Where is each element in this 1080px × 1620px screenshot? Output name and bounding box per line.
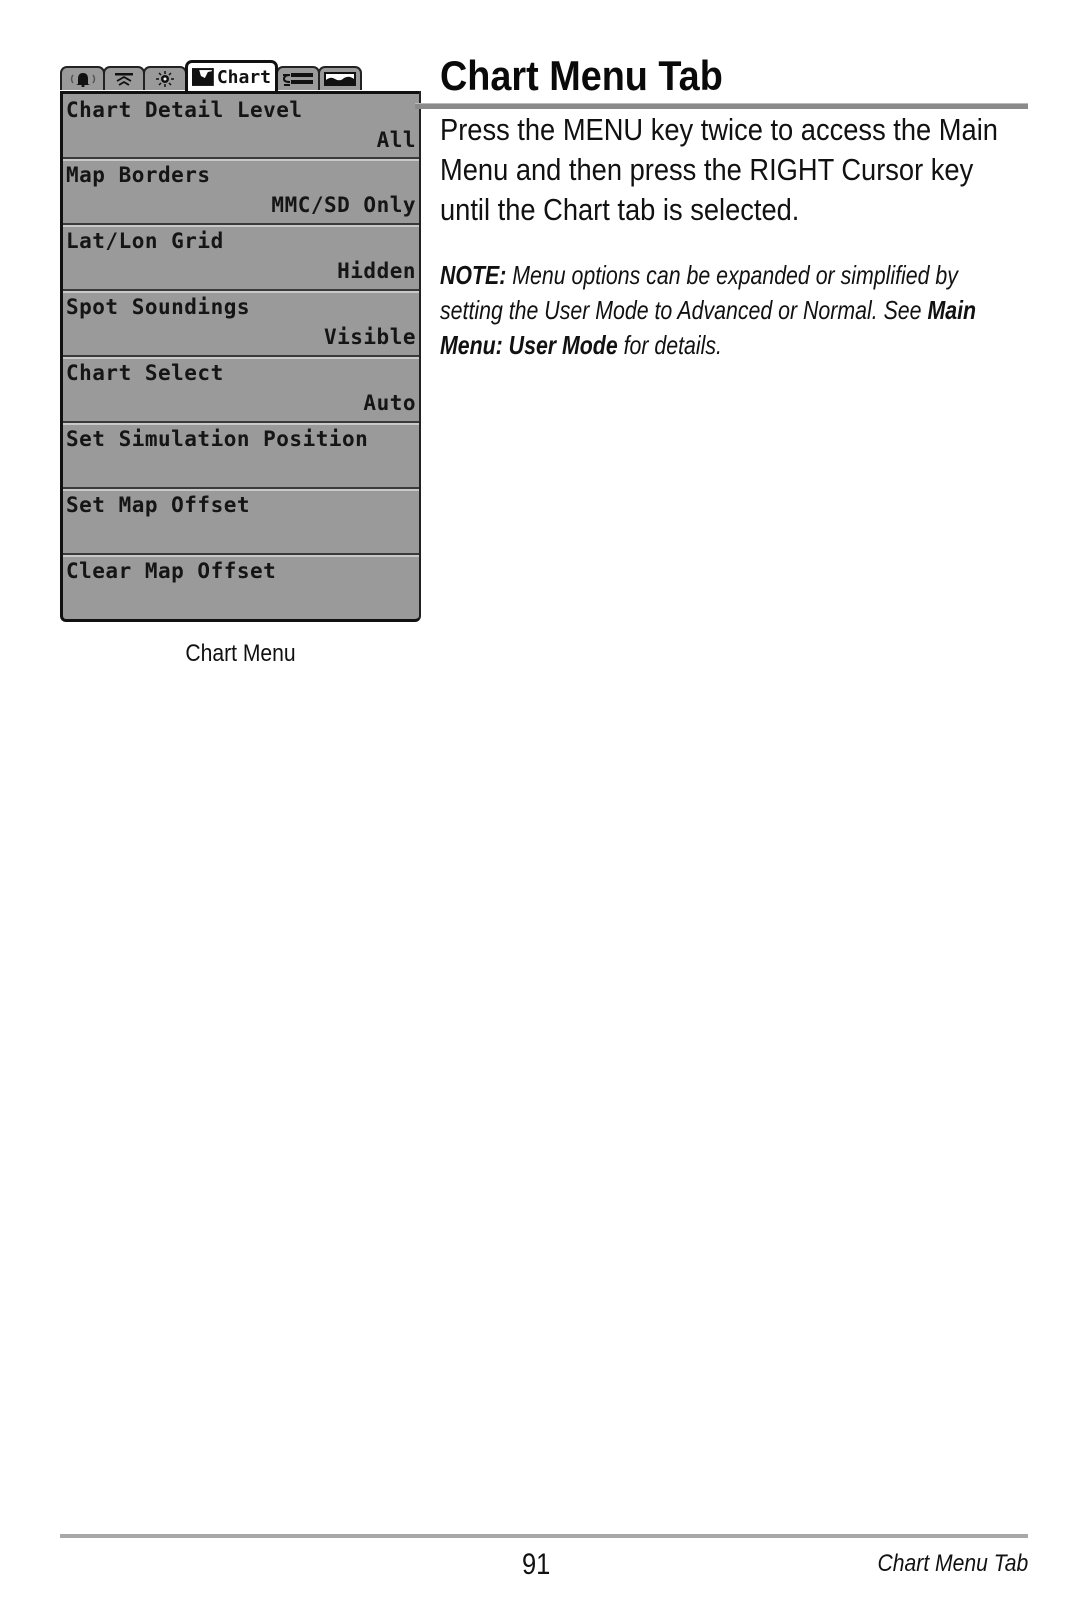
menu-item-lat-lon-grid[interactable]: Lat/Lon Grid Hidden	[63, 223, 419, 289]
note-paragraph: NOTE: Menu options can be expanded or si…	[440, 258, 981, 363]
menu-item-map-borders[interactable]: Map Borders MMC/SD Only	[63, 157, 419, 223]
menu-item-spot-soundings[interactable]: Spot Soundings Visible	[63, 289, 419, 355]
menu-item-label: Chart Select	[66, 361, 224, 385]
menu-tab-bar: Chart	[60, 60, 421, 91]
menu-item-label: Clear Map Offset	[66, 559, 277, 583]
tab-views[interactable]	[318, 66, 362, 90]
setup-sun-icon	[156, 71, 174, 87]
menu-item-value: Hidden	[337, 259, 416, 283]
tab-chart[interactable]: Chart	[185, 60, 278, 91]
menu-item-label: Lat/Lon Grid	[66, 229, 224, 253]
chart-menu-screenshot: Chart Chart Detail Level All Map Borders…	[60, 60, 421, 622]
tab-alarms[interactable]	[60, 66, 105, 90]
menu-item-label: Set Simulation Position	[66, 427, 369, 451]
sonar-icon	[115, 73, 133, 86]
menu-item-label: Map Borders	[66, 163, 211, 187]
page-title: Chart Menu Tab	[440, 52, 723, 99]
footer-divider	[60, 1534, 1028, 1538]
menu-item-label: Chart Detail Level	[66, 98, 303, 122]
menu-item-value: MMC/SD Only	[271, 193, 416, 217]
note-suffix: for details.	[617, 330, 722, 360]
page-number: 91	[522, 1548, 551, 1581]
footer-section-title: Chart Menu Tab	[877, 1550, 1028, 1577]
note-text: Menu options can be expanded or simplifi…	[440, 260, 958, 325]
views-icon	[324, 72, 356, 86]
menu-item-set-map-offset[interactable]: Set Map Offset	[63, 487, 419, 553]
figure-caption: Chart Menu	[185, 640, 296, 667]
tab-sonar[interactable]	[103, 66, 145, 90]
intro-paragraph: Press the MENU key twice to access the M…	[440, 112, 998, 227]
menu-item-chart-select[interactable]: Chart Select Auto	[63, 355, 419, 421]
menu-item-label: Spot Soundings	[66, 295, 251, 319]
title-divider	[415, 103, 1028, 109]
menu-item-set-simulation-position[interactable]: Set Simulation Position	[63, 421, 419, 487]
menu-item-label: Set Map Offset	[66, 493, 251, 517]
chart-menu: Chart Detail Level All Map Borders MMC/S…	[60, 91, 421, 622]
menu-item-chart-detail-level[interactable]: Chart Detail Level All	[63, 91, 419, 157]
tab-setup[interactable]	[143, 66, 187, 90]
note-label: NOTE:	[440, 260, 507, 290]
menu-item-value: Auto	[363, 391, 416, 415]
tab-navigation[interactable]	[276, 66, 320, 90]
navigation-icon	[282, 73, 313, 86]
menu-item-clear-map-offset[interactable]: Clear Map Offset	[63, 553, 419, 619]
tab-chart-label: Chart	[216, 66, 271, 88]
menu-item-value: All	[376, 128, 416, 152]
chart-map-icon	[192, 68, 214, 86]
menu-item-value: Visible	[323, 325, 416, 349]
alarm-bell-icon	[70, 73, 95, 87]
